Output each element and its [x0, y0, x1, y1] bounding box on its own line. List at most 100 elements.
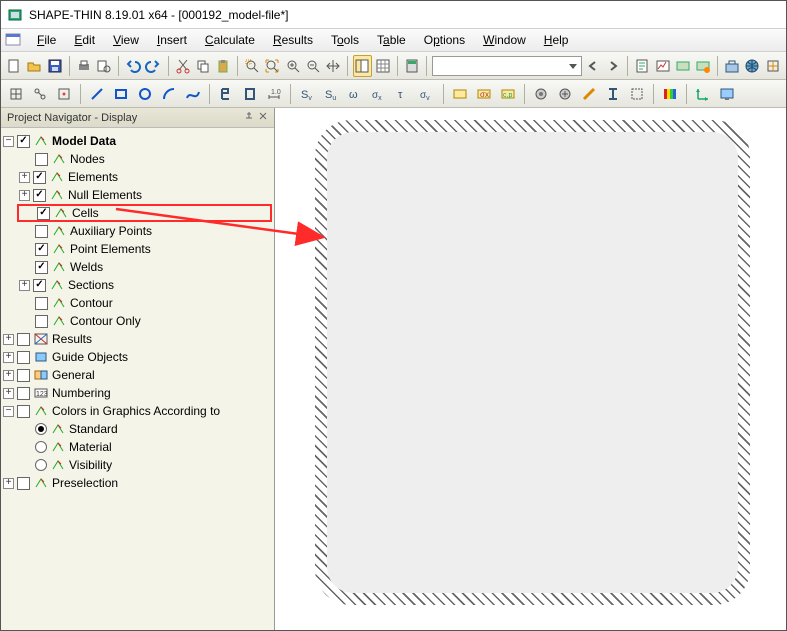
export-button[interactable]: [674, 55, 692, 77]
lbl-contour-only[interactable]: Contour Only: [70, 314, 141, 328]
lbl-contour[interactable]: Contour: [70, 296, 113, 310]
lbl-null-elements[interactable]: Null Elements: [68, 188, 142, 202]
combo-next-button[interactable]: [604, 55, 622, 77]
chk-elements[interactable]: [33, 171, 46, 184]
display-button[interactable]: [716, 83, 738, 105]
copy-button[interactable]: [194, 55, 212, 77]
chk-aux-points[interactable]: [35, 225, 48, 238]
graphics-viewport[interactable]: [275, 108, 786, 630]
radio-material[interactable]: [35, 441, 47, 453]
clip-button[interactable]: [626, 83, 648, 105]
cut-button[interactable]: [173, 55, 191, 77]
chk-preselection[interactable]: [17, 477, 30, 490]
combo-prev-button[interactable]: [584, 55, 602, 77]
expand-guide[interactable]: +: [3, 352, 14, 363]
lbl-visibility[interactable]: Visibility: [69, 458, 112, 472]
section2-button[interactable]: [239, 83, 261, 105]
results-combo[interactable]: [432, 56, 582, 76]
chk-point-elements[interactable]: [35, 243, 48, 256]
lbl-results[interactable]: Results: [52, 332, 92, 346]
radio-standard[interactable]: [35, 423, 47, 435]
expand-model-data[interactable]: −: [3, 136, 14, 147]
menu-options[interactable]: Options: [416, 31, 473, 49]
redo-button[interactable]: [144, 55, 162, 77]
menu-file[interactable]: File: [29, 31, 64, 49]
expand-sections[interactable]: +: [19, 280, 30, 291]
radio-visibility[interactable]: [35, 459, 47, 471]
section-button[interactable]: [215, 83, 237, 105]
expand-colors[interactable]: −: [3, 406, 14, 417]
calculator-button[interactable]: [403, 55, 421, 77]
global-button[interactable]: [743, 55, 761, 77]
library-button[interactable]: [723, 55, 741, 77]
zoom-window-button[interactable]: [243, 55, 261, 77]
menu-calculate[interactable]: Calculate: [197, 31, 263, 49]
chk-null-elements[interactable]: [33, 189, 46, 202]
lbl-welds[interactable]: Welds: [70, 260, 103, 274]
omega-button[interactable]: ω: [344, 83, 366, 105]
tau-button[interactable]: τ: [392, 83, 414, 105]
menu-view[interactable]: View: [105, 31, 147, 49]
print-button[interactable]: [75, 55, 93, 77]
sigma-eqv-button[interactable]: σv: [416, 83, 438, 105]
graphics-button[interactable]: [653, 55, 671, 77]
menu-window[interactable]: Window: [475, 31, 534, 49]
sigma-u-button[interactable]: Su: [320, 83, 342, 105]
menu-edit[interactable]: Edit: [66, 31, 103, 49]
bolt-button[interactable]: [530, 83, 552, 105]
menu-results[interactable]: Results: [265, 31, 321, 49]
expand-elements[interactable]: +: [19, 172, 30, 183]
dim-button[interactable]: 1.0: [263, 83, 285, 105]
chk-numbering[interactable]: [17, 387, 30, 400]
units-button[interactable]: [764, 55, 782, 77]
lbl-colors[interactable]: Colors in Graphics According to: [52, 404, 220, 418]
menu-help[interactable]: Help: [536, 31, 577, 49]
lbl-aux-points[interactable]: Auxiliary Points: [70, 224, 152, 238]
snap2-button[interactable]: [53, 83, 75, 105]
menu-tools[interactable]: Tools: [323, 31, 367, 49]
expand-results[interactable]: +: [3, 334, 14, 345]
rect-button[interactable]: [110, 83, 132, 105]
chk-sections[interactable]: [33, 279, 46, 292]
chk-nodes[interactable]: [35, 153, 48, 166]
plastic-button[interactable]: [449, 83, 471, 105]
ceff-button[interactable]: c,p: [497, 83, 519, 105]
lbl-standard[interactable]: Standard: [69, 422, 118, 436]
lbl-nodes[interactable]: Nodes: [70, 152, 105, 166]
arc-button[interactable]: [158, 83, 180, 105]
pin-icon[interactable]: [244, 111, 254, 124]
nav-panel-button[interactable]: [353, 55, 371, 77]
circle-button[interactable]: [134, 83, 156, 105]
color-gradient-button[interactable]: [659, 83, 681, 105]
report-button[interactable]: [633, 55, 651, 77]
chk-general[interactable]: [17, 369, 30, 382]
new-button[interactable]: [5, 55, 23, 77]
spline-button[interactable]: [182, 83, 204, 105]
chk-welds[interactable]: [35, 261, 48, 274]
lbl-model-data[interactable]: Model Data: [52, 134, 116, 148]
pan-button[interactable]: [324, 55, 342, 77]
zoom-in-button[interactable]: [284, 55, 302, 77]
menu-table[interactable]: Table: [369, 31, 414, 49]
axes-button[interactable]: [692, 83, 714, 105]
lbl-elements[interactable]: Elements: [68, 170, 118, 184]
lbl-material[interactable]: Material: [69, 440, 112, 454]
chk-cells[interactable]: [37, 207, 50, 220]
expand-general[interactable]: +: [3, 370, 14, 381]
open-button[interactable]: [25, 55, 43, 77]
snap-button[interactable]: [29, 83, 51, 105]
stress-button[interactable]: σx: [473, 83, 495, 105]
expand-numbering[interactable]: +: [3, 388, 14, 399]
chk-colors[interactable]: [17, 405, 30, 418]
sigma-x-button[interactable]: σx: [368, 83, 390, 105]
paste-button[interactable]: [214, 55, 232, 77]
chk-guide[interactable]: [17, 351, 30, 364]
ipn-button[interactable]: [602, 83, 624, 105]
menu-insert[interactable]: Insert: [149, 31, 195, 49]
lbl-cells[interactable]: Cells: [72, 206, 99, 220]
save-button[interactable]: [46, 55, 64, 77]
lbl-sections[interactable]: Sections: [68, 278, 114, 292]
line-button[interactable]: [86, 83, 108, 105]
grid-button[interactable]: [5, 83, 27, 105]
chk-model-data[interactable]: [17, 135, 30, 148]
